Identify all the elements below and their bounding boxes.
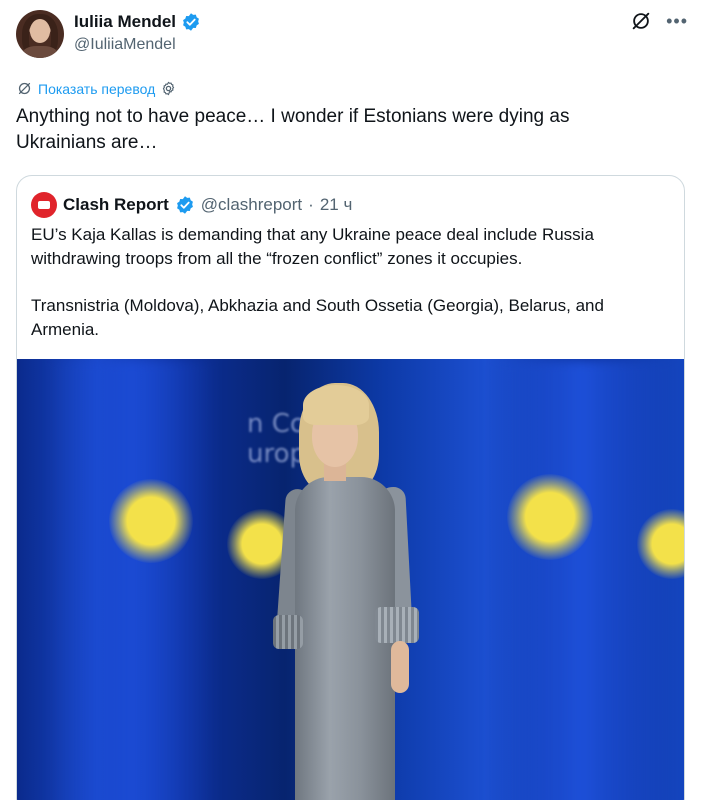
eu-star — [109, 479, 193, 563]
verified-badge-icon — [176, 196, 193, 214]
quoted-tweet[interactable]: Clash Report @clashreport · 21 ч EU’s Ka… — [16, 175, 685, 800]
quoted-tweet-header: Clash Report @clashreport · 21 ч — [31, 192, 352, 218]
clash-report-avatar[interactable] — [31, 192, 57, 218]
quoted-paragraph-2: Transnistria (Moldova), Abkhazia and Sou… — [31, 296, 604, 339]
gear-icon[interactable] — [160, 80, 177, 97]
translate-label[interactable]: Показать перевод — [38, 81, 155, 97]
eu-flag-right — [487, 359, 677, 800]
tweet-text: Anything not to have peace… I wonder if … — [16, 106, 570, 153]
avatar-face — [30, 19, 50, 43]
verified-badge-icon — [183, 13, 199, 31]
eu-flag-left — [47, 359, 217, 800]
quoted-paragraph-1: EU’s Kaja Kallas is demanding that any U… — [31, 225, 594, 268]
quoted-author-name[interactable]: Clash Report — [63, 195, 169, 215]
tweet-top-actions: ••• — [630, 10, 688, 32]
quoted-tweet-image[interactable]: n Cou urop — [17, 359, 684, 800]
author-name[interactable]: Iuliia Mendel — [74, 12, 176, 32]
translate-icon — [18, 82, 31, 95]
dot-separator: · — [308, 195, 314, 214]
quoted-author-handle[interactable]: @clashreport — [201, 195, 302, 215]
quoted-tweet-text: EU’s Kaja Kallas is demanding that any U… — [31, 223, 671, 365]
author-handle[interactable]: @IuliiaMendel — [74, 36, 201, 54]
tweet-author: Iuliia Mendel @IuliiaMendel — [74, 10, 201, 54]
grok-icon[interactable] — [630, 10, 652, 32]
photo-subject — [273, 379, 429, 800]
more-options-icon[interactable]: ••• — [666, 10, 688, 32]
author-avatar[interactable] — [16, 10, 64, 58]
eu-star — [507, 474, 593, 560]
avatar-shirt — [22, 46, 58, 58]
translate-link[interactable]: Показать перевод — [16, 80, 177, 97]
quoted-timestamp[interactable]: 21 ч — [320, 195, 353, 215]
